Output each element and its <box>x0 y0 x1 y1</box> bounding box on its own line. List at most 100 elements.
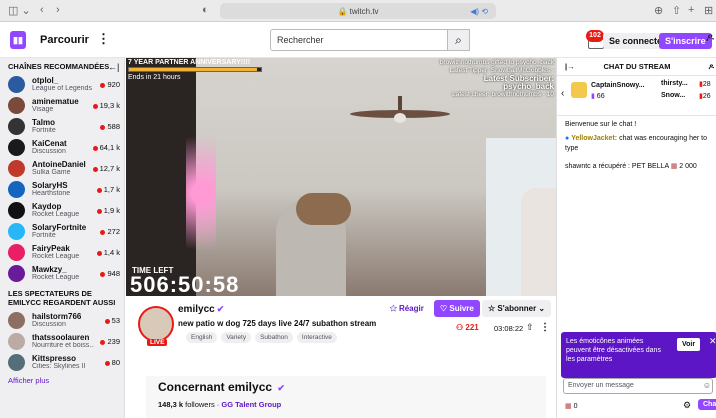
stream-tag[interactable]: Interactive <box>296 332 337 343</box>
sidebar-channel[interactable]: FairyPeak Rocket League 1,4 k <box>0 242 124 263</box>
channel-name[interactable]: emilycc <box>178 304 215 315</box>
top-navigation: ▮▮ Parcourir ⋮ Rechercher ⌕ 102 Se conne… <box>0 22 716 58</box>
channel-avatar <box>8 139 25 156</box>
signup-button[interactable]: S'inscrire <box>659 33 712 49</box>
video-player[interactable]: 7 YEAR PARTNER ANNIVERSARY!!!! Ends in 2… <box>126 58 556 296</box>
badge-icon: ● <box>565 135 570 142</box>
subscribe-button[interactable]: ☆ S'abonner ⌄ <box>482 300 552 317</box>
sidebar-channel[interactable]: aminematue Visage 19,3 k <box>0 95 124 116</box>
stream-tag[interactable]: Variety <box>221 332 252 343</box>
sidebar-channel[interactable]: Kaydop Rocket League 1,9 k <box>0 200 124 221</box>
users-icon[interactable]: ዶ <box>709 58 714 76</box>
follower-count: 148,3 k <box>158 400 184 409</box>
twitch-logo-icon[interactable]: ▮▮ <box>10 31 26 49</box>
search-input[interactable]: Rechercher <box>270 29 448 51</box>
sidebar-channel-game: Fortnite <box>32 232 56 239</box>
gift-leader-3-value: 26 <box>702 93 711 100</box>
sidebar-channel[interactable]: Mawkzy_ Rocket League 948 <box>0 263 124 284</box>
team-link[interactable]: GG Talent Group <box>221 400 281 409</box>
tabs-overview-icon[interactable]: ⊞ <box>704 4 713 17</box>
live-dot-icon <box>100 271 106 277</box>
close-icon[interactable]: ✕ <box>709 337 716 346</box>
overlay-alert-1: browithnothumbs gifted to psycho_back <box>439 59 554 66</box>
sidebar-channel[interactable]: Kittspresso Cities: Skylines II 80 <box>0 352 124 373</box>
emote-picker-icon[interactable]: ☺ <box>703 381 711 390</box>
sidebar-channel-viewers: 12,7 k <box>92 164 120 173</box>
sidebar-channel[interactable]: SolaryHS Hearthstone 1,7 k <box>0 179 124 200</box>
live-dot-icon <box>92 145 98 151</box>
sidebar-toggle-icon[interactable]: ◫ ⌄ <box>8 4 31 17</box>
collapse-icon[interactable]: ←| <box>108 62 119 72</box>
more-menu-icon[interactable]: ⋮ <box>97 31 110 47</box>
search-icon: ⌕ <box>455 33 462 47</box>
sidebar-channel[interactable]: Talmo Fortnite 588 <box>0 116 124 137</box>
new-tab-icon[interactable]: + <box>688 4 694 16</box>
viewer-count-value: 12,7 k <box>99 164 120 173</box>
points-icon: ▦ <box>565 403 572 410</box>
redeem-cost: 2 000 <box>679 163 697 170</box>
overlay-title: 7 YEAR PARTNER ANNIVERSARY!!!! <box>128 59 251 66</box>
cat-graphic <box>296 193 351 225</box>
collapse-chat-icon[interactable]: |→ <box>565 58 575 76</box>
sidebar-channel-game: Discussion <box>32 321 66 328</box>
channel-avatar <box>8 265 25 282</box>
sidebar-channel-game: Nourriture et boiss... <box>32 342 94 349</box>
chat-redeem: shawntc a récupéré : PET BELLA ▦ 2 000 <box>565 162 713 172</box>
user-icon[interactable]: ዶ <box>706 32 714 45</box>
show-more-link[interactable]: Afficher plus <box>0 373 124 388</box>
gear-icon[interactable]: ⚙ <box>683 400 691 411</box>
forward-icon[interactable]: › <box>56 4 60 16</box>
live-dot-icon <box>96 250 102 256</box>
back-icon[interactable]: ‹ <box>40 4 44 16</box>
gift-leader-2-count: ▮28 <box>699 81 711 88</box>
channel-name-wrap: emilycc ✔ <box>178 304 224 315</box>
sidebar-channel-name: hailstorm766 <box>32 312 82 321</box>
sidebar-channel-name: Kittspresso <box>32 354 77 363</box>
chat-input[interactable]: Envoyer un message ☺ <box>563 378 713 394</box>
banner-view-button[interactable]: Voir <box>677 338 701 351</box>
gift-leader-2-value: 28 <box>702 81 711 88</box>
chevron-left-icon[interactable]: ‹ <box>561 88 564 99</box>
lock-icon: 🔒 <box>337 6 350 16</box>
address-bar[interactable]: 🔒 twitch.tv ◀) ⟲ <box>220 3 496 19</box>
audio-icon[interactable]: ◀) ⟲ <box>470 7 488 16</box>
react-button[interactable]: ✩ Réagir <box>390 304 424 313</box>
sidebar-channel-viewers: 920 <box>100 80 120 89</box>
sidebar-channel[interactable]: thatssoolauren Nourriture et boiss... 239 <box>0 331 124 352</box>
chat-input-placeholder: Envoyer un message <box>568 382 634 389</box>
sidebar-channel[interactable]: hailstorm766 Discussion 53 <box>0 310 124 331</box>
sidebar-channel[interactable]: AntoineDaniel Sulka Game 12,7 k <box>0 158 124 179</box>
download-icon[interactable]: ⊕ <box>654 4 663 17</box>
shield-icon[interactable]: ◐ <box>202 4 209 16</box>
about-followers: 148,3 k followers · GG Talent Group <box>158 400 282 409</box>
share-icon[interactable]: ⇧ <box>526 322 534 333</box>
channel-avatar[interactable] <box>138 306 174 342</box>
verified-icon: ✔ <box>216 304 225 314</box>
browse-link[interactable]: Parcourir <box>40 34 89 46</box>
sidebar-channel[interactable]: otplol_ League of Legends 920 <box>0 74 124 95</box>
verified-icon: ✔ <box>277 383 285 393</box>
chat-send-button[interactable]: Chat <box>698 399 716 410</box>
viewer-icon: ⚇ <box>456 323 466 332</box>
share-icon[interactable]: ⇧ <box>672 4 681 17</box>
stream-tag[interactable]: English <box>186 332 218 343</box>
search-button[interactable]: ⌕ <box>448 29 470 51</box>
channel-points[interactable]: ▦ 0 <box>565 402 577 410</box>
chat-panel: |→ CHAT DU STREAM ዶ ‹ CaptainSnowy... ▮ … <box>556 58 716 418</box>
gift-leader-3-count: ▮26 <box>699 93 711 100</box>
followers-label: followers <box>185 400 215 409</box>
sidebar-channel-name: thatssoolauren <box>32 333 90 342</box>
notification-badge: 102 <box>586 30 604 42</box>
stream-uptime: 03:08:22 <box>494 324 524 333</box>
more-options-icon[interactable]: ⋮ <box>540 322 550 333</box>
chat-username[interactable]: YellowJacket: <box>571 135 617 142</box>
sidebar-channel-viewers: 948 <box>100 269 120 278</box>
sidebar-channel[interactable]: SolaryFortnite Fortnite 272 <box>0 221 124 242</box>
person-graphic <box>521 188 556 296</box>
sidebar-channel-game: Discussion <box>32 148 66 155</box>
sidebar-channel[interactable]: KaiCenat Discussion 64,1 k <box>0 137 124 158</box>
stream-title: new patio w dog 725 days live 24/7 subat… <box>178 319 377 328</box>
follow-button[interactable]: ♡ Suivre <box>434 300 480 317</box>
stream-tag[interactable]: Subathon <box>255 332 293 343</box>
sidebar-channel-game: League of Legends <box>32 85 92 92</box>
